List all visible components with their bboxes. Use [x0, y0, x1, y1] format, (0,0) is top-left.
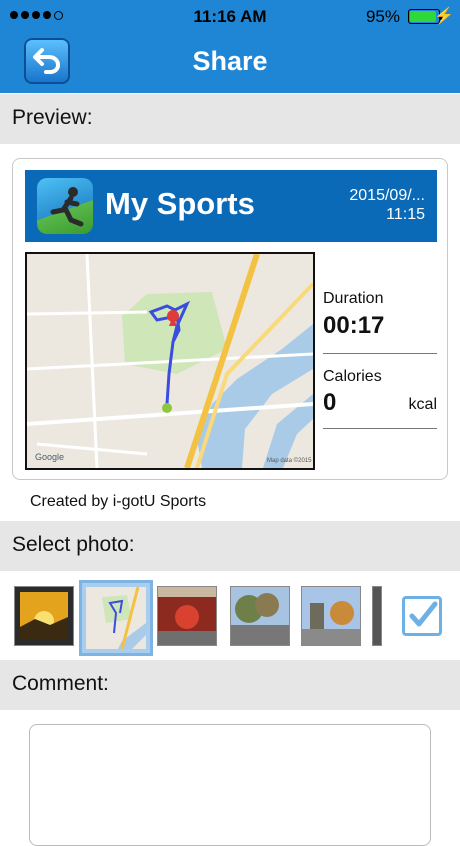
photo-thumbnail[interactable] — [14, 586, 74, 646]
route-map: Google Map data ©2015 — [25, 252, 315, 470]
duration-label: Duration — [323, 290, 384, 307]
charging-icon: ⚡ — [434, 8, 454, 25]
photo-thumbnail-selected[interactable] — [79, 580, 153, 656]
stats-divider — [323, 353, 437, 354]
card-datetime: 2015/09/... 11:15 — [295, 186, 425, 224]
photo-thumbnail[interactable] — [301, 586, 361, 646]
battery-percentage: 95% — [365, 7, 400, 26]
card-time: 11:15 — [386, 206, 425, 223]
svg-text:Map data ©2015: Map data ©2015 — [267, 457, 312, 464]
svg-text:Google: Google — [35, 452, 64, 462]
preview-section-header: Preview: — [0, 94, 460, 144]
comment-section-header: Comment: — [0, 660, 460, 710]
checkmark-icon — [409, 601, 438, 627]
duration-value: 00:17 — [323, 312, 385, 339]
include-photo-checkbox[interactable] — [402, 596, 442, 636]
page-title: Share — [192, 46, 268, 76]
navigation-bar: 11:16 AM 95% ⚡ Share — [0, 0, 460, 93]
card-date: 2015/09/... — [349, 187, 425, 204]
created-by-text: Created by i-gotU Sports — [30, 493, 207, 510]
stats-divider — [323, 428, 437, 429]
photo-thumbnail[interactable] — [157, 586, 217, 646]
calories-unit: kcal — [408, 396, 437, 413]
calories-label: Calories — [323, 368, 382, 385]
share-preview-card: My Sports 2015/09/... 11:15 Google Map d… — [12, 158, 448, 480]
status-bar: 11:16 AM 95% ⚡ — [0, 0, 460, 32]
comment-label: Comment: — [12, 672, 109, 695]
photo-thumbnail[interactable] — [230, 586, 290, 646]
photo-strip — [0, 574, 460, 658]
comment-input[interactable] — [29, 724, 431, 846]
app-logo-icon — [37, 178, 93, 234]
select-photo-label: Select photo: — [12, 533, 135, 556]
preview-label: Preview: — [12, 106, 93, 129]
calories-value: 0 — [323, 389, 337, 416]
photo-thumbnail-partial[interactable] — [372, 586, 382, 646]
card-header: My Sports 2015/09/... 11:15 — [25, 170, 437, 242]
card-title: My Sports — [105, 186, 255, 221]
photo-section-header: Select photo: — [0, 521, 460, 571]
